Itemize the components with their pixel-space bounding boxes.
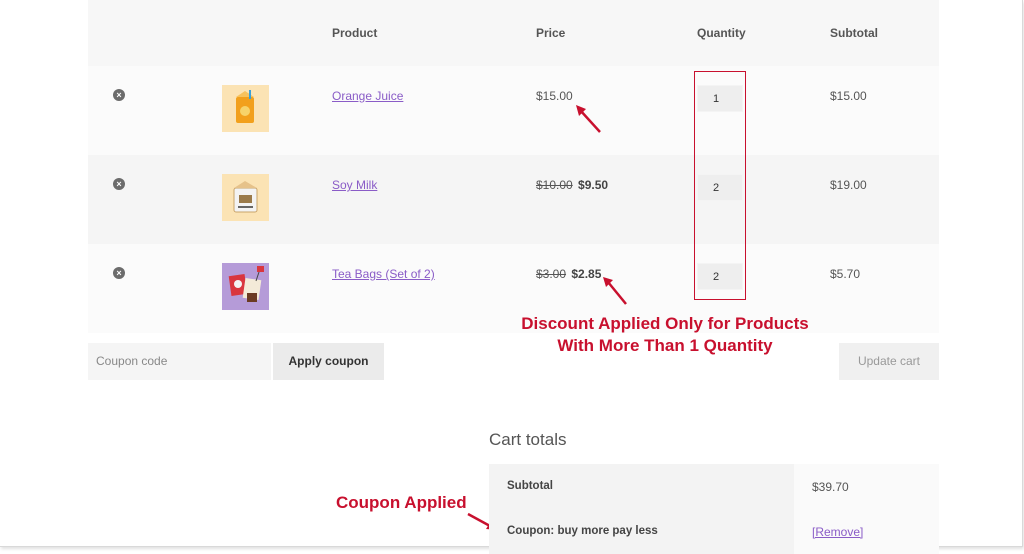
tea-bags-icon[interactable] (222, 263, 269, 310)
table-row: × Soy Milk $10.00 $9.50 2 $19.00 (88, 155, 939, 244)
soy-milk-icon[interactable] (222, 174, 269, 221)
column-header-quantity: Quantity (697, 26, 746, 40)
remove-item-icon[interactable]: × (113, 89, 125, 101)
row-subtotal: $15.00 (830, 89, 867, 103)
column-header-subtotal: Subtotal (830, 26, 878, 40)
discount-annotation-line: Discount Applied Only for Products (521, 314, 809, 333)
current-price: $15.00 (536, 89, 573, 103)
coupon-applied-annotation: Coupon Applied (336, 493, 467, 512)
remove-coupon-link[interactable]: [Remove] (812, 525, 863, 539)
coupon-code-input[interactable]: Coupon code (88, 343, 271, 380)
original-price: $3.00 (536, 267, 567, 281)
totals-row-subtotal: Subtotal $39.70 (489, 464, 939, 509)
product-link[interactable]: Orange Juice (332, 89, 403, 103)
product-price: $10.00 $9.50 (536, 178, 608, 192)
coupon-label: Coupon: buy more pay less (507, 525, 658, 537)
totals-row-coupon: Coupon: buy more pay less [Remove] (489, 509, 939, 554)
totals-label-cell: Subtotal (489, 464, 794, 509)
row-subtotal: $19.00 (830, 178, 867, 192)
quantity-highlight-box (694, 71, 746, 300)
totals-value-cell: $39.70 (794, 464, 939, 509)
annotation-arrow-icon (603, 277, 627, 305)
column-header-product: Product (332, 26, 378, 40)
column-header-price: Price (536, 26, 566, 40)
original-price: $10.00 (536, 178, 573, 192)
totals-value-cell: [Remove] (794, 509, 939, 554)
apply-coupon-button[interactable]: Apply coupon (273, 343, 384, 380)
subtotal-label: Subtotal (507, 480, 553, 492)
remove-item-icon[interactable]: × (113, 267, 125, 279)
product-price: $15.00 (536, 89, 573, 103)
product-price: $3.00 $2.85 (536, 267, 601, 281)
remove-item-icon[interactable]: × (113, 178, 125, 190)
discount-annotation: Discount Applied Only for Products With … (470, 313, 860, 357)
cart-totals-table: Subtotal $39.70 Coupon: buy more pay les… (489, 464, 939, 554)
totals-label-cell: Coupon: buy more pay less (489, 509, 794, 554)
row-subtotal: $5.70 (830, 267, 861, 281)
table-row: × Orange Juice $15.00 1 $15.00 (88, 66, 939, 155)
discounted-price: $2.85 (571, 267, 602, 281)
cart-table-header: Product Price Quantity Subtotal (88, 0, 939, 66)
subtotal-value: $39.70 (812, 480, 849, 494)
product-link[interactable]: Soy Milk (332, 178, 377, 192)
cart-totals-title: Cart totals (489, 430, 567, 449)
orange-juice-icon[interactable] (222, 85, 269, 132)
discount-annotation-line: With More Than 1 Quantity (557, 336, 773, 355)
product-link[interactable]: Tea Bags (Set of 2) (332, 267, 435, 281)
annotation-arrow-icon (576, 105, 601, 133)
discounted-price: $9.50 (578, 178, 609, 192)
